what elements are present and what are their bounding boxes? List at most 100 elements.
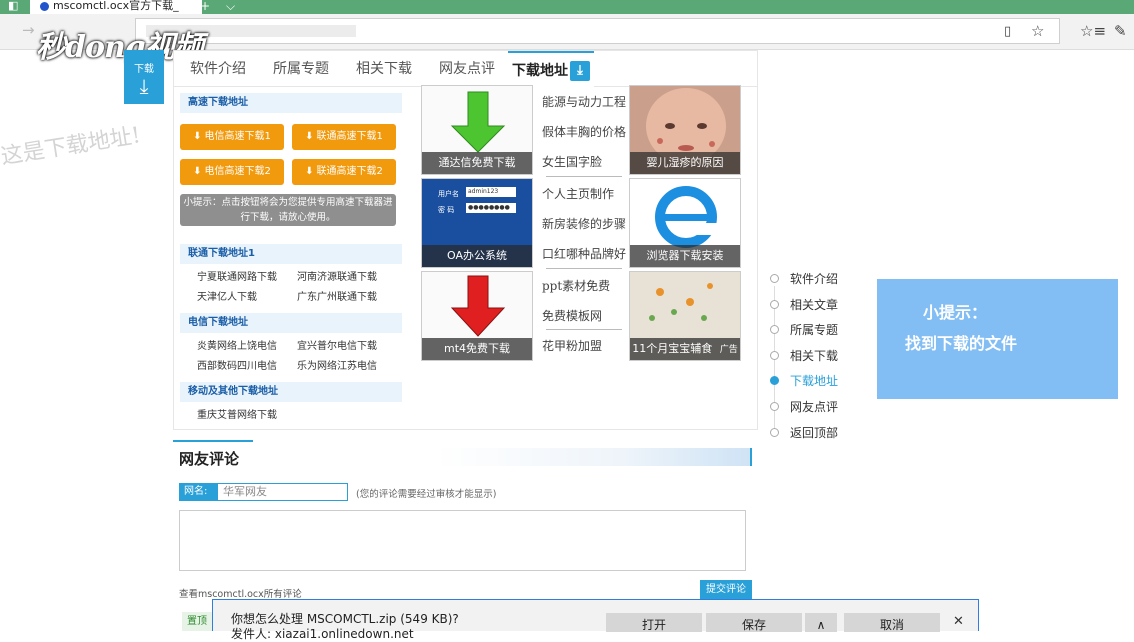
submit-comment-button[interactable]: 提交评论 (700, 580, 752, 600)
mirror-link[interactable]: 宜兴普尔电信下载 (297, 337, 377, 352)
forward-icon[interactable]: → (22, 20, 35, 40)
comments-title: 网友评论 (179, 450, 240, 468)
ad-image-babyfood[interactable]: 11个月宝宝辅食 广告 (629, 271, 741, 361)
ad-caption-text: 11个月宝宝辅食 (632, 342, 713, 355)
ad-image-browser[interactable]: 浏览器下载安装 (629, 178, 741, 268)
ad-caption: mt4免费下载 (422, 338, 532, 360)
ad-mark: 广告 (719, 345, 738, 355)
comment-textarea[interactable] (179, 510, 746, 571)
unicom-fast-download-1[interactable]: ⬇ 联通高速下载1 (292, 124, 396, 150)
side-nav-item[interactable]: 网友点评 (770, 398, 838, 424)
star-icon[interactable]: ☆ (1031, 21, 1044, 41)
login-user-label: 用户名 (438, 190, 459, 198)
favorites-hub-icon[interactable]: ☆≡ (1080, 21, 1106, 41)
ad-text-link[interactable]: 口红哪种品牌好 (542, 245, 626, 262)
side-nav-label: 相关下载 (790, 348, 839, 363)
fast-download-heading: 高速下载地址 (180, 93, 402, 113)
download-panel: 软件介绍 所属专题 相关下载 网友点评 下载地址 ⤓ 高速下载地址 ⬇ 电信高速下载… (173, 50, 758, 430)
download-arrow-icon: ⤓ (139, 74, 149, 98)
ad-image-tdx[interactable]: 通达信免费下载 (421, 85, 533, 175)
tab-title: mscomctl.ocx官方下载_ (53, 0, 179, 12)
button-label: 电信高速下载2 (204, 166, 271, 177)
new-tab-button[interactable]: + (200, 0, 210, 12)
ad-caption: 通达信免费下载 (422, 152, 532, 174)
mirror-link[interactable]: 乐为网络江苏电信 (297, 357, 377, 372)
mirror-link[interactable]: 宁夏联通网路下载 (197, 268, 277, 283)
nav-dot-icon (770, 299, 779, 309)
save-button[interactable]: 保存 (706, 613, 802, 632)
nav-dot-icon (770, 401, 779, 411)
mirror-link[interactable]: 广东广州联通下载 (297, 288, 377, 303)
tab-user-reviews[interactable]: 网友点评 (439, 51, 495, 87)
login-user-value: admin123 (466, 187, 516, 197)
login-pass-label: 密 码 (438, 206, 455, 214)
side-nav-label: 返回顶部 (790, 425, 839, 440)
ad-text-link[interactable]: 个人主页制作 (542, 185, 614, 202)
cancel-button[interactable]: 取消 (844, 613, 940, 632)
reading-view-icon[interactable]: ▯ (1004, 22, 1011, 42)
side-nav-label: 软件介绍 (790, 272, 839, 286)
tab-related-downloads[interactable]: 相关下载 (356, 51, 412, 87)
button-label: 联通高速下载2 (316, 166, 383, 177)
ad-image-oa[interactable]: 用户名 admin123 密 码 ●●●●●●●● OA办公系统 (421, 178, 533, 268)
ad-caption: OA办公系统 (422, 245, 532, 267)
side-nav: 软件介绍 相关文章 所属专题 相关下载 下载地址 网友点评 返回顶部 (770, 270, 838, 449)
download-small-icon: ⬇ (305, 166, 314, 177)
tab-menu-chevron-icon[interactable]: ⌵ (226, 0, 235, 12)
nickname-input[interactable]: 华军网友 (217, 483, 348, 501)
side-nav-item[interactable]: 软件介绍 (770, 270, 838, 296)
ad-image-mt4[interactable]: mt4免费下载 (421, 271, 533, 361)
unicom-heading: 联通下载地址1 (180, 244, 402, 264)
side-nav-item[interactable]: 返回顶部 (770, 424, 838, 450)
side-nav-item[interactable]: 相关下载 (770, 347, 838, 373)
tab-download-address[interactable]: 下载地址 ⤓ (508, 51, 594, 88)
view-all-comments-link[interactable]: 查看mscomctl.ocx所有评论 (179, 586, 302, 600)
ad-text-link[interactable]: 假体丰胸的价格 (542, 123, 626, 140)
side-download-label: 下载 (134, 64, 154, 75)
hint-body: 找到下载的文件 (905, 334, 1018, 353)
side-nav-label: 下载地址 (790, 374, 839, 389)
panel-tabs: 软件介绍 所属专题 相关下载 网友点评 下载地址 ⤓ (174, 51, 757, 88)
button-label: 电信高速下载1 (204, 131, 271, 142)
back-history-icon[interactable]: ◧ (8, 0, 18, 12)
comments-accent-line (173, 440, 253, 442)
pen-icon[interactable]: ✎ (1114, 21, 1127, 41)
mirror-link[interactable]: 河南济源联通下载 (297, 268, 377, 283)
ad-text-link[interactable]: 花甲粉加盟 (542, 337, 602, 354)
comments-banner (435, 448, 752, 466)
side-download-badge[interactable]: 下载 ⤓ (124, 50, 164, 104)
mirror-link[interactable]: 炎黄网络上饶电信 (197, 337, 277, 352)
mirror-link[interactable]: 天津亿人下载 (197, 288, 257, 303)
telecom-fast-download-1[interactable]: ⬇ 电信高速下载1 (180, 124, 284, 150)
side-nav-item[interactable]: 所属专题 (770, 321, 838, 347)
telecom-fast-download-2[interactable]: ⬇ 电信高速下载2 (180, 159, 284, 185)
ad-text-link[interactable]: ppt素材免费 (542, 277, 610, 294)
divider (546, 176, 622, 177)
close-icon[interactable]: ✕ (953, 614, 964, 629)
ad-text-link[interactable]: 新房装修的步骤 (542, 215, 626, 232)
nav-dot-icon (770, 376, 779, 386)
site-favicon (40, 1, 49, 11)
tab-topics[interactable]: 所属专题 (273, 51, 329, 87)
download-small-icon: ⬇ (193, 131, 202, 142)
review-note: (您的评论需要经过审核才能显示) (356, 489, 497, 500)
url-input[interactable] (135, 18, 1060, 44)
mirror-link[interactable]: 西部数码四川电信 (197, 357, 277, 372)
hint-overlay: 小提示： 找到下载的文件 (877, 279, 1118, 399)
ad-image-baby[interactable]: 婴儿湿疹的原因 (629, 85, 741, 175)
browser-tab[interactable]: mscomctl.ocx官方下载_ (30, 0, 202, 14)
download-notification-bar: 你想怎么处理 MSCOMCTL.zip (549 KB)? 发件人: xiaza… (212, 599, 979, 641)
login-pass-value: ●●●●●●●● (466, 203, 516, 213)
unicom-fast-download-2[interactable]: ⬇ 联通高速下载2 (292, 159, 396, 185)
divider (546, 268, 622, 269)
save-options-chevron-up-icon[interactable]: ∧ (805, 613, 837, 632)
download-small-icon: ⬇ (193, 166, 202, 177)
tab-software-intro[interactable]: 软件介绍 (190, 51, 246, 87)
ad-text-link[interactable]: 能源与动力工程 (542, 93, 626, 110)
ad-text-link[interactable]: 免费模板网 (542, 307, 602, 324)
mirror-link[interactable]: 重庆艾普网络下载 (197, 406, 277, 421)
side-nav-item[interactable]: 相关文章 (770, 296, 838, 322)
open-button[interactable]: 打开 (606, 613, 702, 632)
side-nav-item-active[interactable]: 下载地址 (770, 372, 838, 398)
ad-text-link[interactable]: 女生国字脸 (542, 153, 602, 170)
